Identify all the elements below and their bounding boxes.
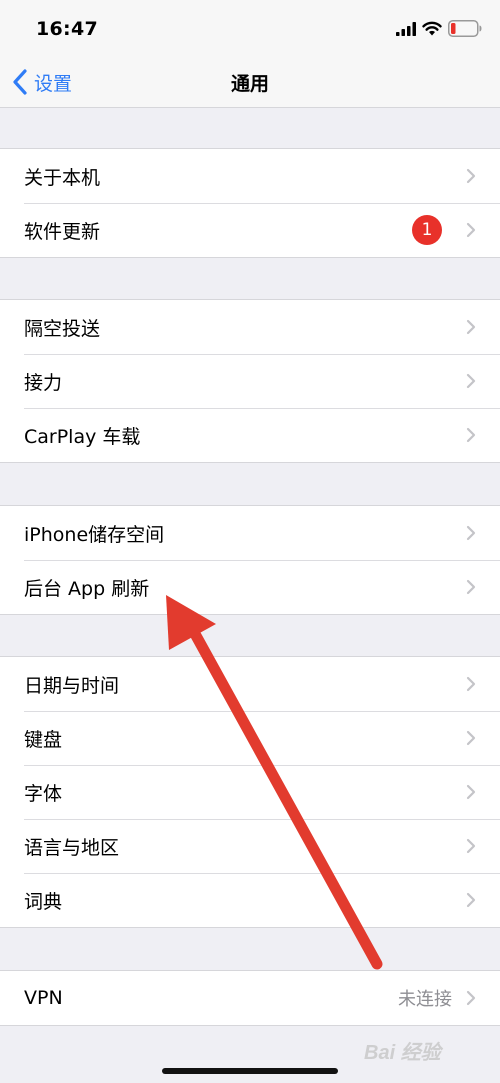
wifi-icon	[422, 21, 442, 36]
row-label: iPhone储存空间	[24, 523, 165, 546]
chevron-right-icon	[466, 222, 476, 238]
chevron-right-icon	[466, 319, 476, 335]
row-about[interactable]: 关于本机	[0, 149, 500, 203]
home-indicator[interactable]	[162, 1068, 338, 1074]
status-time: 16:47	[36, 18, 98, 40]
row-iphone-storage[interactable]: iPhone储存空间	[0, 506, 500, 560]
row-label: 接力	[24, 371, 63, 394]
settings-group-about: 关于本机 软件更新 1	[0, 148, 500, 258]
row-dictionary[interactable]: 词典	[0, 873, 500, 927]
row-software-update[interactable]: 软件更新 1	[0, 203, 500, 257]
row-language-region[interactable]: 语言与地区	[0, 819, 500, 873]
row-label: 软件更新	[24, 220, 101, 243]
settings-group-locale: 日期与时间 键盘 字体 语言与地区 词典	[0, 656, 500, 928]
row-label: 关于本机	[24, 166, 101, 189]
row-background-app-refresh[interactable]: 后台 App 刷新	[0, 560, 500, 614]
chevron-right-icon	[466, 990, 476, 1006]
row-label: VPN	[24, 987, 63, 1009]
chevron-right-icon	[466, 427, 476, 443]
chevron-right-icon	[466, 676, 476, 692]
chevron-right-icon	[466, 784, 476, 800]
row-label: 语言与地区	[24, 836, 120, 859]
chevron-right-icon	[466, 579, 476, 595]
row-fonts[interactable]: 字体	[0, 765, 500, 819]
status-bar: 16:47	[0, 0, 500, 56]
page-title: 通用	[230, 73, 269, 95]
row-label: 词典	[24, 890, 63, 913]
chevron-right-icon	[466, 892, 476, 908]
chevron-right-icon	[466, 373, 476, 389]
row-label: CarPlay 车载	[24, 425, 141, 448]
row-handoff[interactable]: 接力	[0, 354, 500, 408]
chevron-right-icon	[466, 730, 476, 746]
chevron-right-icon	[466, 525, 476, 541]
row-label: 字体	[24, 782, 63, 805]
row-keyboard[interactable]: 键盘	[0, 711, 500, 765]
baidu-jingyan-watermark: Bai 经验	[364, 1030, 494, 1070]
row-label: 日期与时间	[24, 674, 120, 697]
battery-low-icon	[448, 20, 482, 37]
cellular-signal-icon	[396, 22, 416, 36]
settings-group-storage: iPhone储存空间 后台 App 刷新	[0, 505, 500, 615]
row-label: 后台 App 刷新	[24, 577, 150, 600]
row-label: 隔空投送	[24, 317, 101, 340]
settings-group-continuity: 隔空投送 接力 CarPlay 车载	[0, 299, 500, 463]
chevron-right-icon	[466, 168, 476, 184]
watermark-text: Bai 经验	[364, 1041, 441, 1064]
notification-badge: 1	[412, 215, 442, 245]
navigation-bar: 设置 通用	[0, 56, 500, 108]
row-carplay[interactable]: CarPlay 车载	[0, 408, 500, 462]
vpn-status: 未连接	[398, 989, 452, 1010]
row-airdrop[interactable]: 隔空投送	[0, 300, 500, 354]
settings-group-vpn: VPN 未连接	[0, 970, 500, 1026]
chevron-right-icon	[466, 838, 476, 854]
row-vpn[interactable]: VPN 未连接	[0, 971, 500, 1025]
row-label: 键盘	[24, 728, 63, 751]
row-date-time[interactable]: 日期与时间	[0, 657, 500, 711]
